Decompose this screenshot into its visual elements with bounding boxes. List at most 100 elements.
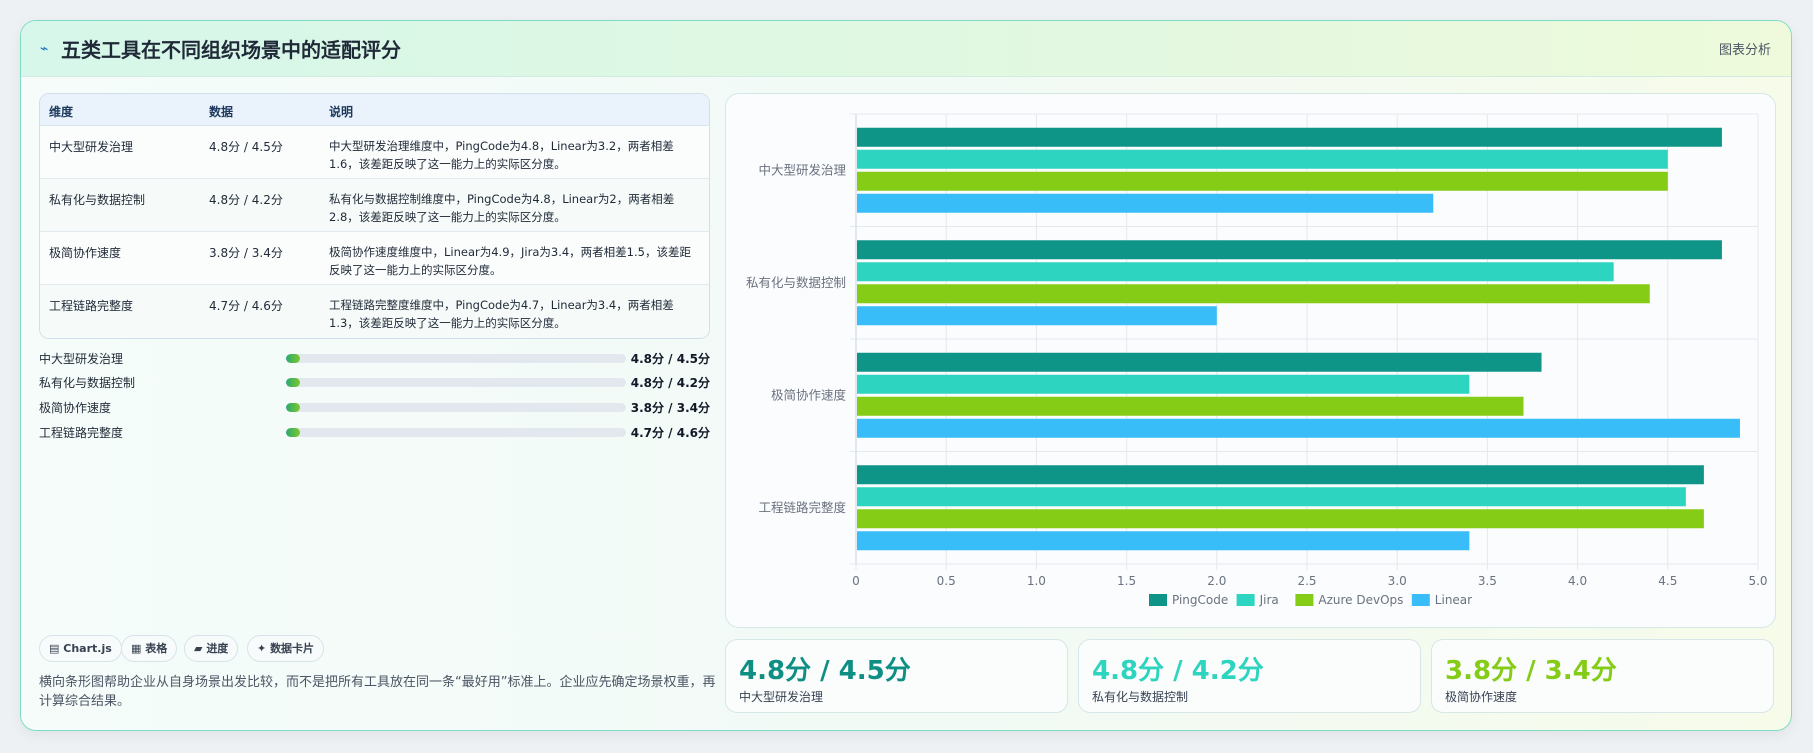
progress-track: [286, 354, 626, 363]
stat-label: 中大型研发治理: [739, 690, 824, 704]
legend-swatch: [1411, 594, 1430, 606]
bar: [857, 418, 1740, 438]
bar: [857, 149, 1668, 169]
stat-value: 4.8分 / 4.5分: [739, 656, 911, 686]
table-row: 中大型研发治理 4.8分 / 4.5分 中大型研发治理维度中，PingCode为…: [40, 126, 709, 179]
bar: [857, 284, 1650, 304]
bar: [857, 352, 1542, 372]
cell-data: 4.8分 / 4.5分: [209, 140, 283, 154]
progress-track: [286, 378, 626, 387]
tag-label: 表格: [145, 642, 168, 655]
progress-value: 3.8分 / 3.4分: [630, 401, 710, 415]
cell-data: 4.8分 / 4.2分: [209, 193, 283, 207]
progress-value: 4.8分 / 4.5分: [630, 352, 710, 366]
legend-label: PingCode: [1172, 593, 1228, 607]
bar: [857, 396, 1524, 416]
legend-swatch: [1149, 594, 1167, 606]
y-tick-label: 中大型研发治理: [758, 162, 846, 177]
progress-label: 工程链路完整度: [39, 426, 124, 440]
progress-label: 私有化与数据控制: [39, 376, 136, 390]
chart-line-icon: ⌁: [40, 41, 49, 57]
chart-icon: ▤: [49, 642, 60, 655]
progress-row: 中大型研发治理 4.8分 / 4.5分: [39, 349, 710, 367]
progress-track: [286, 403, 626, 412]
table-row: 工程链路完整度 4.7分 / 4.6分 工程链路完整度维度中，PingCode为…: [40, 285, 709, 338]
x-tick-label: 2.0: [1207, 574, 1226, 588]
stat-label: 私有化与数据控制: [1092, 690, 1189, 704]
tag-chartjs[interactable]: ▤ Chart.js: [39, 635, 122, 662]
progress-value: 4.7分 / 4.6分: [630, 426, 710, 440]
stat-card: 4.8分 / 4.5分 中大型研发治理: [725, 639, 1068, 713]
card-header: ⌁ 五类工具在不同组织场景中的适配评分 图表分析: [21, 21, 1791, 77]
progress-track: [286, 428, 626, 437]
table-header: 维度 数据 说明: [40, 94, 709, 126]
progress-icon: ▰: [194, 642, 203, 655]
x-tick-label: 0: [852, 574, 860, 588]
x-tick-label: 3.0: [1388, 574, 1407, 588]
progress-row: 极简协作速度 3.8分 / 3.4分: [39, 398, 710, 416]
legend-swatch: [1236, 594, 1255, 606]
progress-row: 工程链路完整度 4.7分 / 4.6分: [39, 423, 710, 441]
tag-data-card[interactable]: ✦ 数据卡片: [247, 635, 325, 662]
chart-panel: 0 0.5 1.0 1.5 2.0 2.5 3.0 3.5 4.0 4.5 5.0 中大型研发治理私有…: [725, 93, 1776, 628]
bar: [857, 262, 1614, 282]
bar: [857, 509, 1704, 529]
cell-data: 3.8分 / 3.4分: [209, 246, 283, 260]
cell-dimension: 私有化与数据控制: [49, 193, 146, 207]
bar: [857, 127, 1722, 147]
legend-label: Jira: [1259, 593, 1279, 607]
progress-fill: [286, 354, 300, 363]
cell-dimension: 中大型研发治理: [49, 140, 134, 154]
bar: [857, 193, 1434, 213]
x-tick-label: 1.0: [1027, 574, 1046, 588]
x-tick-label: 5.0: [1748, 574, 1767, 588]
table-icon: ▦: [131, 642, 142, 655]
chart-card: ⌁ 五类工具在不同组织场景中的适配评分 图表分析 维度 数据 说明 中大型研发治…: [20, 20, 1792, 731]
bar: [857, 487, 1686, 507]
progress-row: 私有化与数据控制 4.8分 / 4.2分: [39, 373, 710, 391]
tag-progress[interactable]: ▰ 进度: [184, 635, 239, 662]
stat-label: 极简协作速度: [1445, 690, 1518, 704]
tag-label: Chart.js: [63, 642, 112, 655]
progress-fill: [286, 428, 300, 437]
cell-data: 4.7分 / 4.6分: [209, 299, 283, 313]
tag-table[interactable]: ▦ 表格: [121, 635, 178, 662]
stat-card: 4.8分 / 4.2分 私有化与数据控制: [1078, 639, 1421, 713]
cell-description: 极简协作速度维度中，Linear为4.9，Jira为3.4，两者相差1.5，该差…: [329, 245, 691, 277]
y-tick-label: 私有化与数据控制: [746, 275, 846, 290]
stat-value: 3.8分 / 3.4分: [1445, 656, 1617, 686]
chart-note: 横向条形图帮助企业从自身场景出发比较，而不是把所有工具放在同一条“最好用”标准上…: [39, 675, 716, 709]
legend-label: Linear: [1435, 593, 1472, 607]
bar: [857, 240, 1722, 260]
x-tick-label: 4.0: [1568, 574, 1587, 588]
x-tick-label: 1.5: [1117, 574, 1136, 588]
table-row: 私有化与数据控制 4.8分 / 4.2分 私有化与数据控制维度中，PingCod…: [40, 179, 709, 232]
cell-dimension: 工程链路完整度: [49, 299, 134, 313]
column-header: 说明: [329, 105, 354, 119]
tag-label: 进度: [206, 642, 229, 655]
table-row: 极简协作速度 3.8分 / 3.4分 极简协作速度维度中，Linear为4.9，…: [40, 232, 709, 285]
bar: [857, 374, 1470, 394]
page-title: 五类工具在不同组织场景中的适配评分: [61, 38, 401, 62]
x-tick-label: 0.5: [937, 574, 956, 588]
progress-fill: [286, 403, 300, 412]
column-header: 维度: [49, 105, 74, 119]
x-tick-label: 4.5: [1658, 574, 1677, 588]
progress-label: 中大型研发治理: [39, 352, 124, 366]
data-table: 维度 数据 说明 中大型研发治理 4.8分 / 4.5分 中大型研发治理维度中，…: [39, 93, 710, 339]
cell-description: 工程链路完整度维度中，PingCode为4.7，Linear为3.4，两者相差1…: [329, 298, 674, 330]
tag-label: 数据卡片: [270, 642, 315, 655]
chart-analysis-link[interactable]: 图表分析: [1719, 39, 1771, 58]
column-header: 数据: [209, 105, 234, 119]
y-tick-label: 极简协作速度: [771, 387, 847, 402]
legend-label: Azure DevOps: [1318, 593, 1403, 607]
x-tick-label: 2.5: [1297, 574, 1316, 588]
bar: [857, 306, 1217, 326]
bar: [857, 531, 1470, 551]
bar-chart: 0 0.5 1.0 1.5 2.0 2.5 3.0 3.5 4.0 4.5 5.0 中大型研发治理私有…: [746, 113, 1768, 607]
x-tick-label: 3.5: [1478, 574, 1497, 588]
bar: [857, 171, 1668, 191]
cell-description: 私有化与数据控制维度中，PingCode为4.8，Linear为2，两者相差2.…: [329, 192, 675, 224]
sparkle-icon: ✦: [257, 642, 267, 655]
y-tick-label: 工程链路完整度: [758, 500, 846, 515]
